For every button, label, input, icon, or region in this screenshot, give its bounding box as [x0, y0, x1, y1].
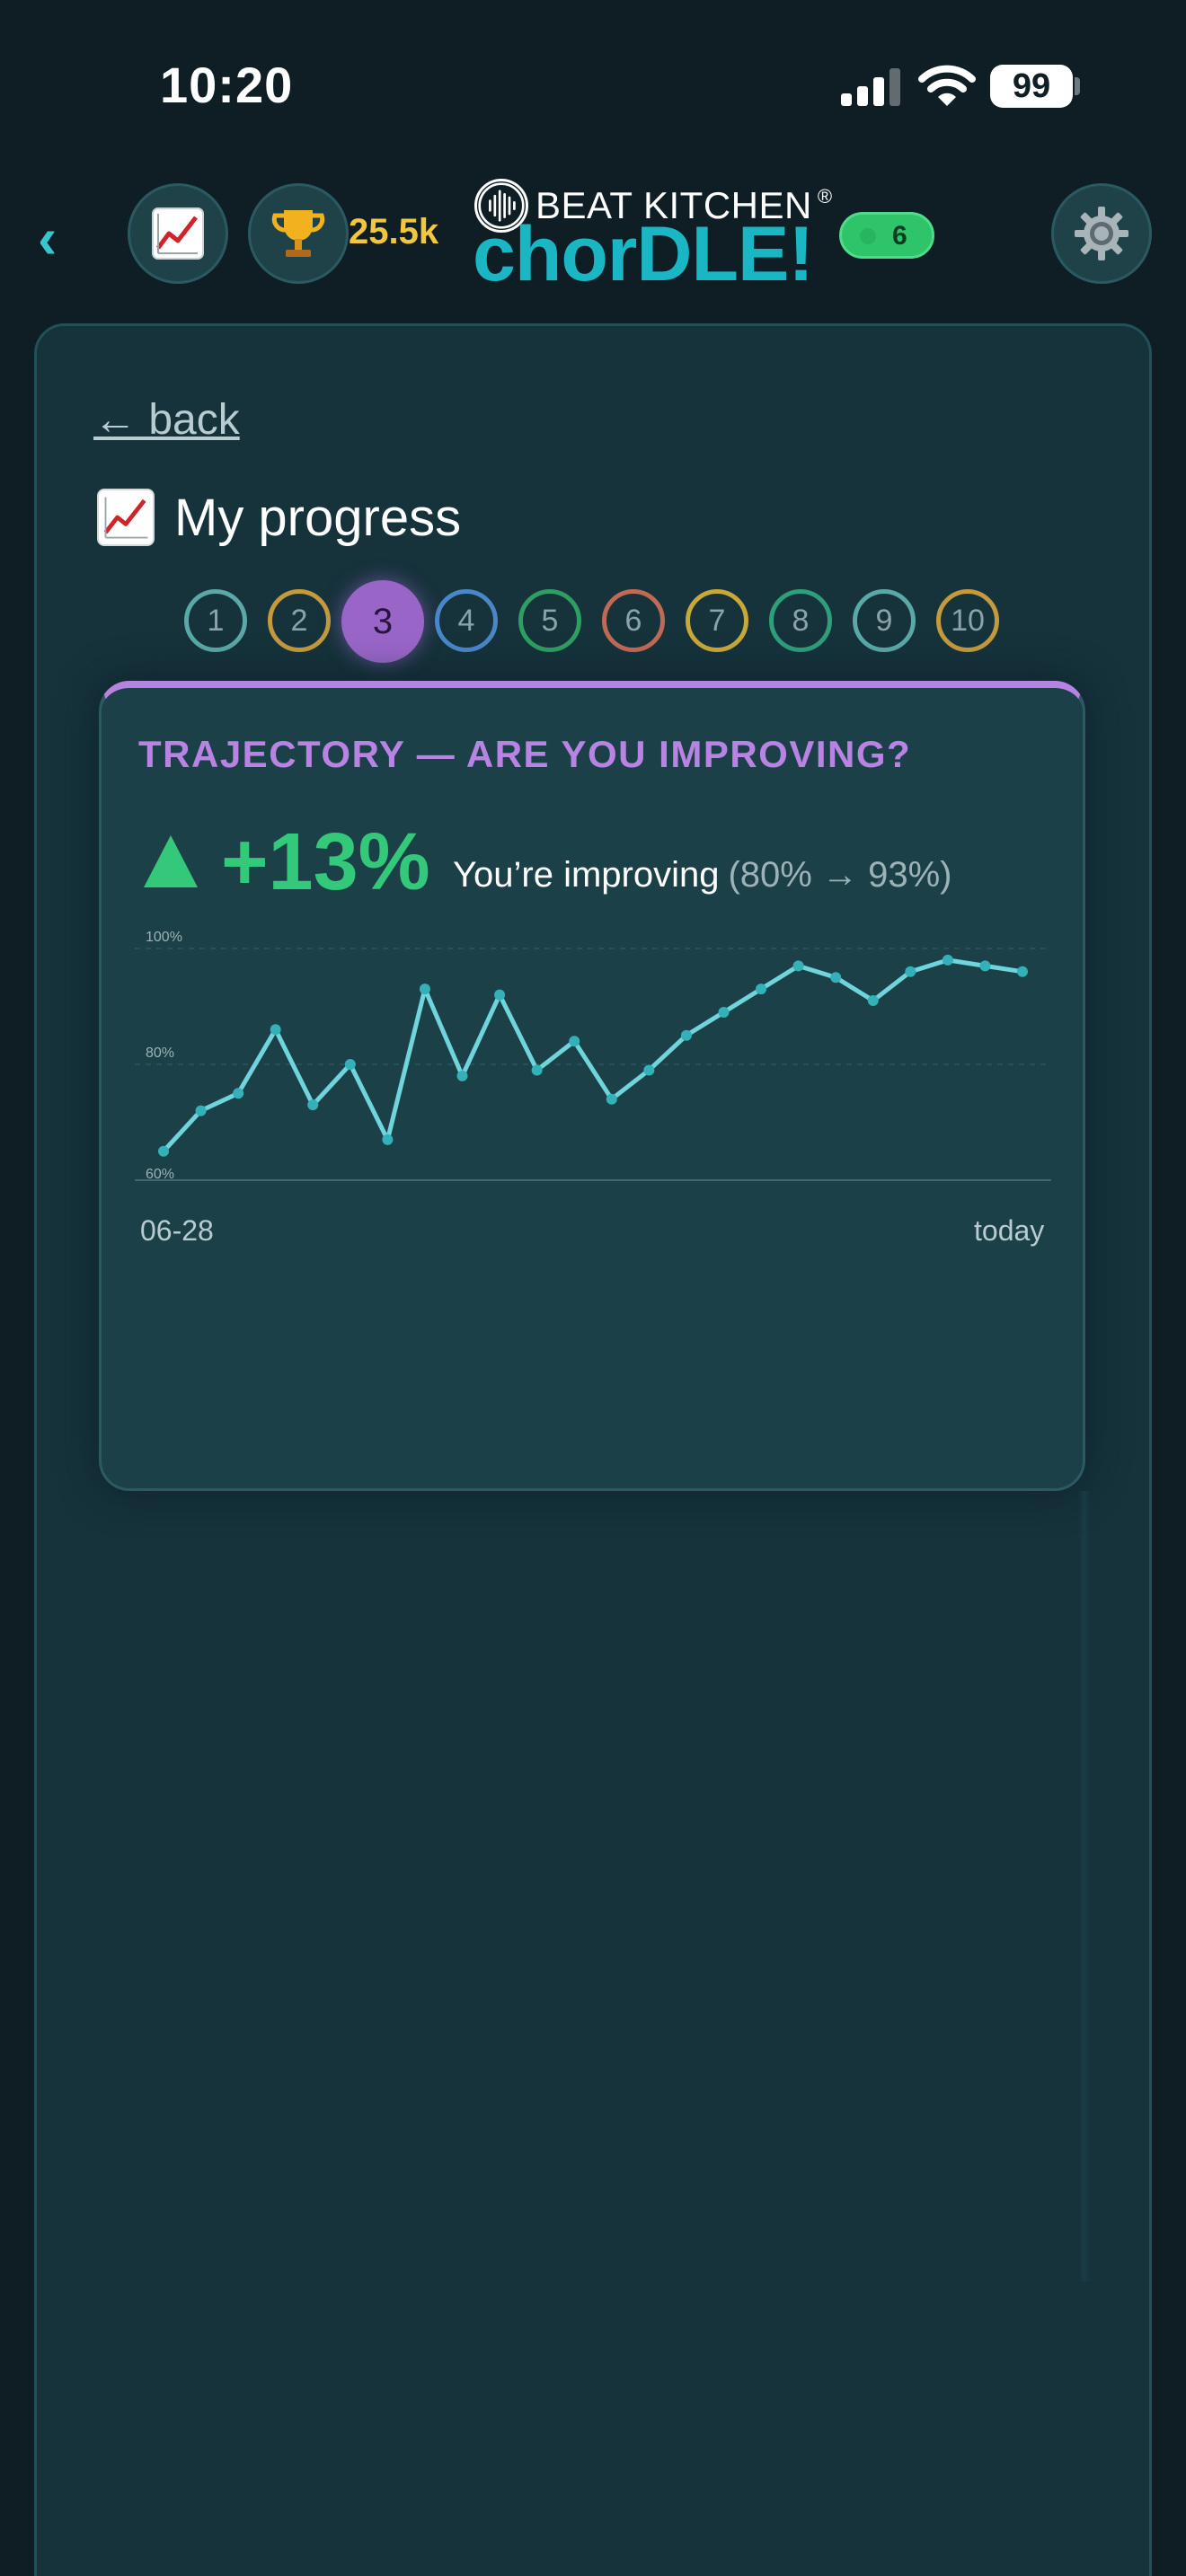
data-point — [942, 954, 953, 966]
chart-increasing-icon — [97, 489, 155, 546]
y-tick-label: 80% — [146, 1045, 174, 1061]
battery-cap — [1075, 77, 1080, 95]
data-point — [680, 1029, 692, 1041]
data-point — [830, 972, 842, 984]
trend-status: You’re improving — [453, 855, 720, 895]
level-button-2[interactable]: 2 — [268, 589, 331, 652]
data-point — [233, 1088, 244, 1099]
data-point — [456, 1070, 468, 1081]
data-point — [195, 1105, 207, 1116]
chevron-left-icon[interactable]: ‹ — [38, 207, 68, 269]
chart-increasing-icon — [152, 207, 204, 260]
data-point — [158, 1145, 169, 1157]
data-point — [382, 1134, 394, 1145]
gear-icon — [1075, 207, 1128, 260]
progress-button[interactable] — [128, 183, 228, 284]
data-point — [643, 1064, 655, 1076]
data-point — [270, 1024, 281, 1036]
data-point — [531, 1064, 543, 1076]
page-title: My progress — [97, 485, 461, 550]
wifi-icon — [918, 65, 976, 106]
brand-wordmark: chorDLE! — [473, 211, 814, 297]
level-selector: 1 2 3 4 5 6 7 8 9 10 — [0, 580, 1186, 663]
data-point — [606, 1093, 617, 1105]
level-button-4[interactable]: 4 — [435, 589, 498, 652]
brand-registered: ® — [817, 185, 833, 207]
streak-dot — [860, 228, 876, 244]
level-button-7[interactable]: 7 — [686, 589, 748, 652]
data-point — [419, 984, 430, 995]
level-button-5[interactable]: 5 — [518, 589, 581, 652]
page-title-text: My progress — [174, 488, 462, 547]
y-tick-label: 60% — [146, 1167, 174, 1182]
battery-icon: 99 — [990, 65, 1073, 108]
level-button-6[interactable]: 6 — [602, 589, 665, 652]
back-link[interactable]: ← back — [93, 395, 240, 445]
streak-count: 6 — [892, 221, 907, 251]
settings-button[interactable] — [1051, 183, 1152, 284]
signal-icon — [841, 68, 900, 106]
series-line — [162, 957, 1023, 1153]
data-point — [1017, 966, 1028, 977]
card-heading: TRAJECTORY — ARE YOU IMPROVING? — [138, 733, 912, 775]
level-button-1[interactable]: 1 — [184, 589, 247, 652]
trend-range: (80% → 93%) — [728, 855, 952, 895]
trend-text: You’re improving (80% → 93%) — [453, 855, 951, 895]
data-point — [867, 995, 879, 1007]
trophy-score: 25.5k — [349, 212, 439, 251]
trajectory-chart: 100% 80% 60% — [135, 930, 1051, 1182]
data-point — [569, 1036, 580, 1047]
status-bar: 10:20 99 — [0, 0, 1186, 171]
data-point — [344, 1059, 356, 1070]
data-point — [307, 1099, 319, 1111]
trophy-button[interactable] — [248, 183, 349, 284]
level-button-9[interactable]: 9 — [853, 589, 916, 652]
x-axis-end-label: today — [974, 1214, 1045, 1247]
streak-badge[interactable]: 6 — [839, 212, 934, 259]
triangle-up-icon — [144, 835, 198, 887]
level-button-10[interactable]: 10 — [936, 589, 999, 652]
data-point — [792, 960, 804, 972]
data-point — [756, 984, 767, 995]
data-point — [718, 1006, 730, 1018]
status-time: 10:20 — [160, 57, 294, 113]
trophy-icon — [271, 210, 325, 257]
y-tick-label: 100% — [146, 930, 182, 945]
level-button-3[interactable]: 3 — [341, 580, 424, 663]
x-axis-start-label: 06-28 — [140, 1214, 214, 1247]
data-point — [494, 989, 506, 1001]
data-point — [905, 966, 916, 977]
trend-value: +13% — [221, 817, 430, 907]
data-point — [979, 960, 991, 972]
panel-edge-shadow — [1078, 1491, 1091, 2281]
level-button-8[interactable]: 8 — [769, 589, 832, 652]
